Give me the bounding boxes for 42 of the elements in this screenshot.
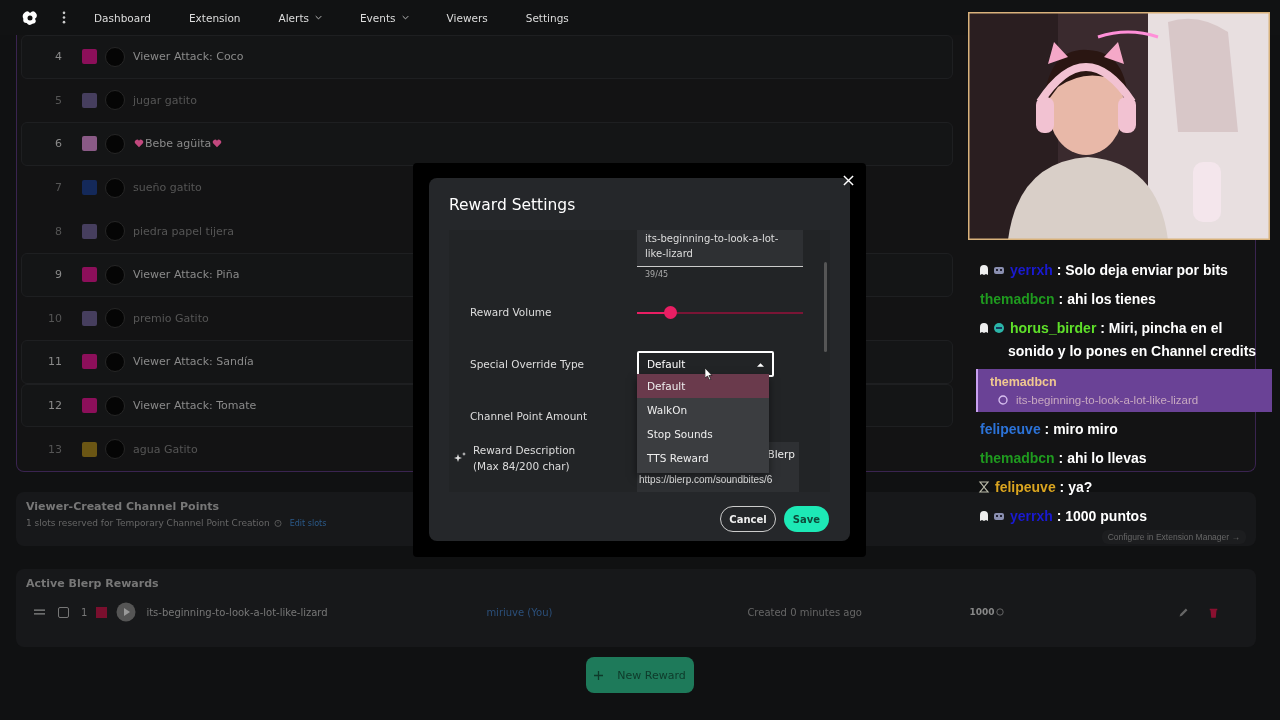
chat-message: yerrxh : 1000 puntos	[1009, 507, 1147, 526]
reward-title: Bebe agüita	[145, 137, 212, 151]
field-label: Special Override Type	[470, 358, 586, 370]
reward-title: Viewer Attack: Coco	[133, 50, 244, 64]
reward-title: Viewer Attack: Sandía	[133, 355, 254, 369]
reward-title: Viewer Attack: Piña	[133, 268, 240, 282]
reward-title: sueño gatito	[133, 181, 202, 195]
row-number: 12	[47, 399, 62, 413]
created-time: Created 0 minutes ago	[747, 606, 863, 618]
chat-message: themadbcn : ahi los tienes	[979, 290, 1156, 309]
section-title: Active Blerp Rewards	[26, 577, 160, 590]
character-counter: 39/45	[645, 270, 670, 279]
field-label: Channel Point Amount	[470, 410, 589, 422]
row-number: 9	[54, 268, 62, 282]
chat-message: yerrxh : Solo deja enviar por bits	[1009, 261, 1228, 280]
redeemer-name: themadbcn	[990, 375, 1058, 389]
points-amount: 1000	[969, 607, 995, 617]
row-number: 11	[47, 355, 62, 369]
row-number: 4	[54, 50, 62, 64]
reward-title: Viewer Attack: Tomate	[133, 399, 257, 413]
chat-message: themadbcn : ahi lo llevas	[979, 449, 1147, 468]
chat-message: horus_birder : Miri, pincha en el sonido y lo pones en Channel credits	[1008, 319, 1258, 361]
row-number: 8	[54, 224, 62, 238]
row-number: 7	[54, 181, 62, 195]
dialog-title: Reward Settings	[449, 196, 576, 214]
redeemed-reward: its-beginning-to-look-a-lot-like-lizard	[1016, 394, 1199, 406]
row-number: 5	[54, 93, 62, 107]
reward-title: agua Gatito	[133, 442, 198, 456]
reward-title: its-beginning-to-look-a-lot-like-lizard	[146, 606, 329, 618]
row-number: 1	[81, 606, 88, 618]
row-number: 6	[54, 137, 62, 151]
section-title: Viewer-Created Channel Points	[26, 500, 221, 513]
reward-title: jugar gatito	[133, 93, 197, 107]
slots-description: 1 slots reserved for Temporary Channel Point Creation	[26, 518, 270, 528]
field-label: Reward Description (Max 84/200 char)	[473, 443, 577, 474]
field-label: Reward Volume	[470, 306, 553, 318]
reward-title: piedra papel tijera	[133, 224, 235, 238]
chat-message: felipeuve : miro miro	[979, 420, 1118, 439]
row-number: 10	[47, 311, 62, 325]
row-number: 13	[47, 442, 62, 456]
reward-title: premio Gatito	[133, 311, 209, 325]
chat-message: felipeuve : ya?	[994, 478, 1093, 497]
